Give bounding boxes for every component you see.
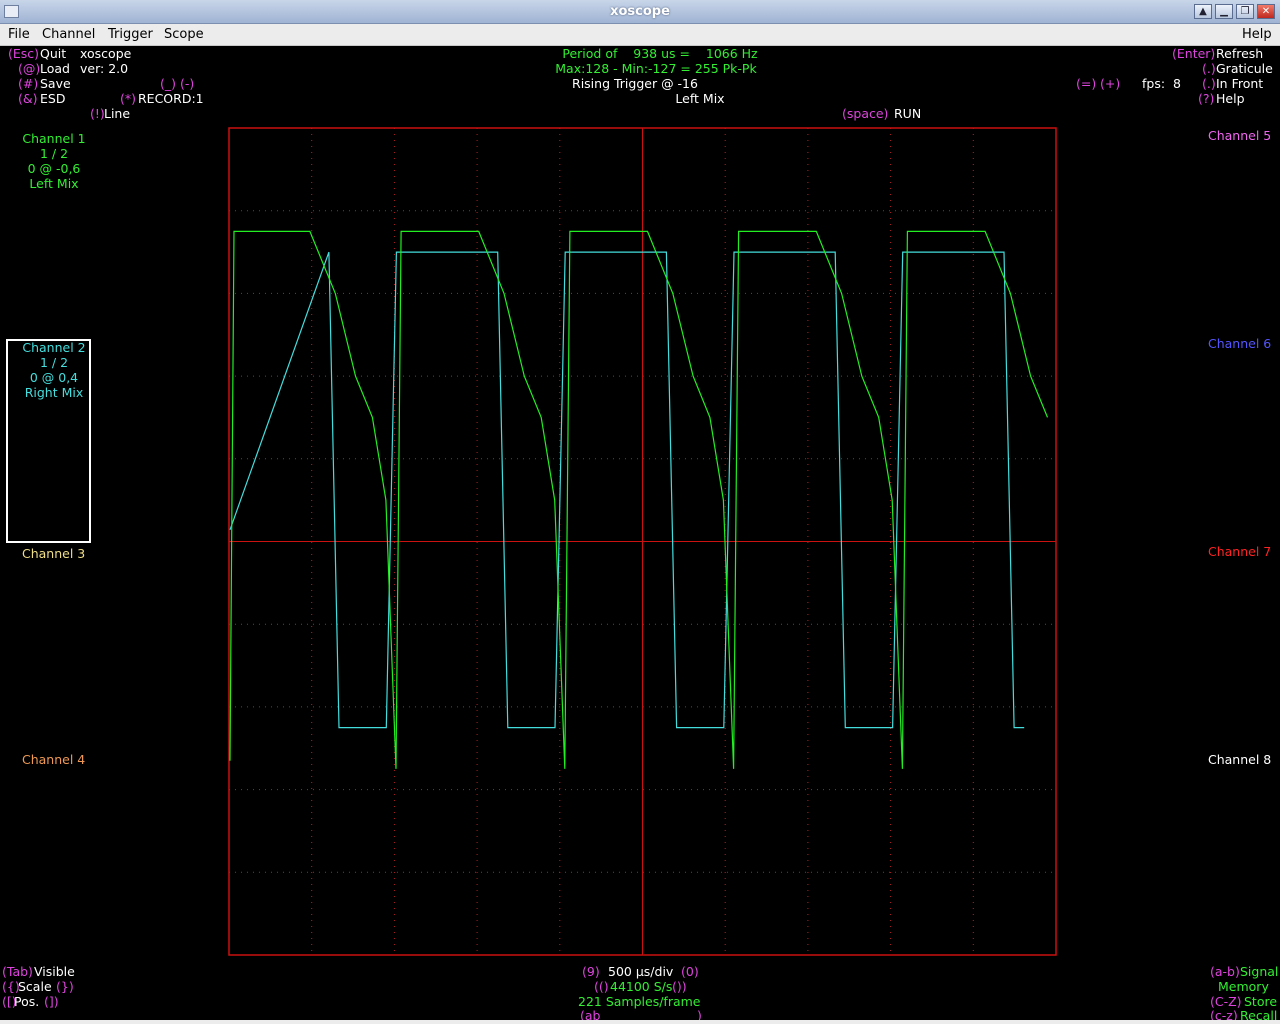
pos-up-key[interactable]: (]) xyxy=(44,994,59,1009)
scale-up-key[interactable]: (}) xyxy=(56,979,74,994)
channel-1-trace xyxy=(229,230,1049,769)
signal-key: (a-b) xyxy=(1210,964,1240,979)
visible-label[interactable]: Visible xyxy=(34,964,75,979)
sample-rate: 44100 S/s xyxy=(610,979,673,994)
rate-down-key[interactable]: (() xyxy=(594,979,609,994)
pos-label: Pos. xyxy=(14,994,40,1009)
store-key: (C-Z) xyxy=(1210,994,1242,1009)
samples-per-frame: 221 Samples/frame xyxy=(578,994,701,1009)
memory-label: Memory xyxy=(1218,979,1269,994)
timebase-up-key[interactable]: (0) xyxy=(681,964,699,979)
scale-label: Scale xyxy=(18,979,52,994)
timebase-readout: 500 µs/div xyxy=(608,964,674,979)
scope-display[interactable] xyxy=(0,0,1280,1024)
rate-up-key[interactable]: ()) xyxy=(672,979,687,994)
window-bottom-edge xyxy=(0,1020,1280,1024)
timebase-down-key[interactable]: (9) xyxy=(582,964,600,979)
tab-key: (Tab) xyxy=(2,964,33,979)
store-label[interactable]: Store xyxy=(1244,994,1277,1009)
signal-label[interactable]: Signal xyxy=(1240,964,1278,979)
